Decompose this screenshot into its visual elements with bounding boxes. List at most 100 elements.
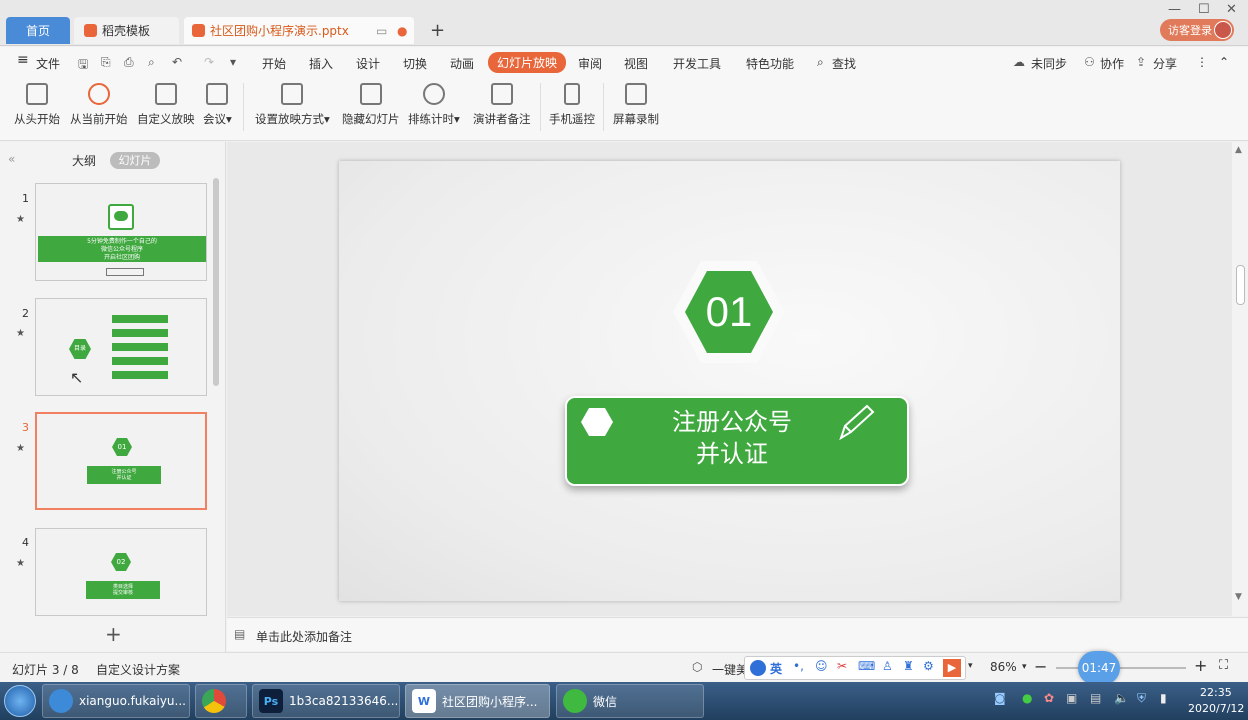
- zoom-level[interactable]: 86%: [990, 660, 1017, 674]
- wps-icon: W: [412, 689, 436, 713]
- menu-devtools[interactable]: 开发工具: [673, 55, 721, 72]
- taskbar-item-wechat[interactable]: 微信: [556, 684, 704, 718]
- collapse-panel-icon[interactable]: «: [8, 152, 15, 166]
- clock-date[interactable]: 2020/7/12: [1188, 702, 1244, 715]
- current-slide[interactable]: 01 注册公众号 并认证: [339, 161, 1120, 601]
- cloud-icon[interactable]: ☁: [1013, 55, 1025, 69]
- notes-pane[interactable]: ▤ 单击此处添加备注: [227, 617, 1248, 651]
- setup-show-button[interactable]: 设置放映方式▾: [255, 83, 330, 127]
- meeting-button[interactable]: 会议▾: [203, 83, 232, 127]
- tray-flower-icon[interactable]: ✿: [1044, 691, 1054, 705]
- menu-view[interactable]: 视图: [624, 55, 648, 72]
- more-dropdown-icon[interactable]: ▾: [230, 55, 236, 69]
- menu-file[interactable]: 文件: [36, 55, 60, 72]
- network-icon[interactable]: ▮: [1160, 691, 1167, 705]
- share-icon[interactable]: ⇪: [1136, 55, 1146, 69]
- collapse-ribbon-icon[interactable]: ⌃: [1219, 55, 1229, 69]
- ime-logo-icon[interactable]: [750, 660, 766, 676]
- print-preview-icon[interactable]: ⌕: [148, 55, 155, 70]
- ime-scissors-icon[interactable]: ✂: [837, 659, 847, 673]
- menu-special[interactable]: 特色功能: [746, 55, 794, 72]
- canvas-scrollbar[interactable]: [1232, 142, 1248, 616]
- hide-slide-button[interactable]: 隐藏幻灯片: [342, 83, 400, 127]
- rehearse-button[interactable]: 排练计时▾: [408, 83, 460, 127]
- play-slideshow-icon[interactable]: ▶: [943, 659, 961, 677]
- screen-record-button[interactable]: 屏幕录制: [613, 83, 659, 127]
- ime-emoji-icon[interactable]: ☺: [815, 659, 828, 673]
- scroll-up-icon[interactable]: ▲: [1235, 145, 1242, 155]
- slide-thumbnail-1[interactable]: 5分钟免费制作一个自己的 微信公众号程序 开启社区团购: [35, 183, 207, 281]
- menu-sync[interactable]: 未同步: [1031, 55, 1067, 72]
- ime-settings-icon[interactable]: ⚙: [923, 659, 934, 673]
- ime-skin-icon[interactable]: ♜: [903, 659, 914, 673]
- print-icon[interactable]: ⎙: [124, 55, 134, 70]
- menu-design[interactable]: 设计: [356, 55, 380, 72]
- tab-template[interactable]: 稻壳模板: [74, 17, 179, 44]
- menu-start[interactable]: 开始: [262, 55, 286, 72]
- volume-icon[interactable]: 🔈: [1114, 691, 1129, 705]
- menu-search[interactable]: 查找: [832, 55, 856, 72]
- tray-device-icon[interactable]: ▤: [1090, 691, 1101, 705]
- more-icon[interactable]: ⋮: [1196, 55, 1208, 69]
- zoom-in-icon[interactable]: +: [1194, 656, 1207, 675]
- menu-collab[interactable]: 协作: [1100, 55, 1124, 72]
- close-icon[interactable]: ✕: [1226, 2, 1237, 17]
- from-current-button[interactable]: 从当前开始: [70, 83, 128, 127]
- add-tab-button[interactable]: +: [430, 20, 445, 41]
- add-slide-button[interactable]: +: [105, 622, 122, 646]
- redo-icon[interactable]: ↷: [204, 55, 214, 69]
- zoom-out-icon[interactable]: −: [1034, 657, 1047, 676]
- menu-share[interactable]: 分享: [1153, 55, 1177, 72]
- tab-home[interactable]: 首页: [6, 17, 70, 44]
- beautify-button[interactable]: 一键美化: [712, 661, 744, 678]
- tab-outline[interactable]: 大纲: [72, 152, 96, 169]
- menu-animation[interactable]: 动画: [450, 55, 474, 72]
- shield-icon[interactable]: ⛨: [1137, 691, 1146, 706]
- zoom-slider[interactable]: [1056, 667, 1186, 669]
- taskbar-item-chrome[interactable]: [195, 684, 247, 718]
- maximize-icon[interactable]: ☐: [1198, 2, 1210, 17]
- clock-time[interactable]: 22:35: [1200, 686, 1232, 699]
- tray-clipboard-icon[interactable]: ▣: [1066, 691, 1077, 705]
- format-painter-icon[interactable]: ⎘: [101, 55, 111, 70]
- slide-thumbnail-3[interactable]: 01 注册公众号 并认证: [35, 412, 207, 510]
- theme-name[interactable]: 自定义设计方案: [96, 661, 180, 678]
- from-start-button[interactable]: 从头开始: [14, 83, 60, 127]
- tab-file[interactable]: 社区团购小程序演示.pptx ▭ ●: [184, 17, 414, 44]
- slide-thumbnail-4[interactable]: 02 类目选择 提交审核: [35, 528, 207, 616]
- ime-user-icon[interactable]: ♙: [882, 659, 893, 673]
- recording-timer[interactable]: 01:47: [1078, 651, 1120, 685]
- taskbar-item-xianguo[interactable]: xianguo.fukaiyu...: [42, 684, 190, 718]
- ime-punct-icon[interactable]: •,: [793, 659, 804, 673]
- scroll-down-icon[interactable]: ▼: [1235, 592, 1242, 602]
- taskbar-item-wps[interactable]: W 社区团购小程序...: [405, 684, 550, 718]
- custom-show-button[interactable]: 自定义放映: [137, 83, 195, 127]
- undo-icon[interactable]: ↶: [172, 55, 182, 69]
- menu-slideshow[interactable]: 幻灯片放映: [488, 52, 567, 73]
- menu-review[interactable]: 审阅: [578, 55, 602, 72]
- panel-scrollbar[interactable]: [213, 178, 219, 386]
- tab-slides[interactable]: 幻灯片: [110, 152, 160, 169]
- hamburger-icon[interactable]: ≡: [17, 52, 29, 68]
- monitor-icon[interactable]: ▭: [376, 24, 387, 38]
- phone-remote-button[interactable]: 手机遥控: [549, 83, 595, 127]
- ime-keyboard-icon[interactable]: ⌨: [858, 659, 875, 673]
- canvas-scrollbar-thumb[interactable]: [1236, 265, 1245, 305]
- zoom-dropdown-icon[interactable]: ▾: [1022, 662, 1027, 672]
- ime-language[interactable]: 英: [770, 660, 782, 677]
- slide-thumbnail-2[interactable]: 目录: [35, 298, 207, 396]
- tray-wechat-icon[interactable]: ●: [1022, 691, 1032, 705]
- login-button[interactable]: 访客登录: [1160, 19, 1234, 41]
- collab-icon[interactable]: ⚇: [1084, 55, 1095, 69]
- minimize-icon[interactable]: —: [1168, 2, 1181, 17]
- menu-insert[interactable]: 插入: [309, 55, 333, 72]
- fit-window-icon[interactable]: ⛶: [1219, 658, 1228, 673]
- start-button[interactable]: [4, 685, 36, 717]
- search-icon[interactable]: ⌕: [817, 55, 824, 70]
- menu-transition[interactable]: 切换: [403, 55, 427, 72]
- save-icon[interactable]: 🖫: [78, 55, 88, 76]
- tray-user-icon[interactable]: ◙: [994, 691, 1006, 705]
- play-dropdown-icon[interactable]: ▾: [968, 661, 973, 671]
- presenter-notes-button[interactable]: 演讲者备注: [473, 83, 531, 127]
- taskbar-item-photoshop[interactable]: Ps 1b3ca82133646...: [252, 684, 400, 718]
